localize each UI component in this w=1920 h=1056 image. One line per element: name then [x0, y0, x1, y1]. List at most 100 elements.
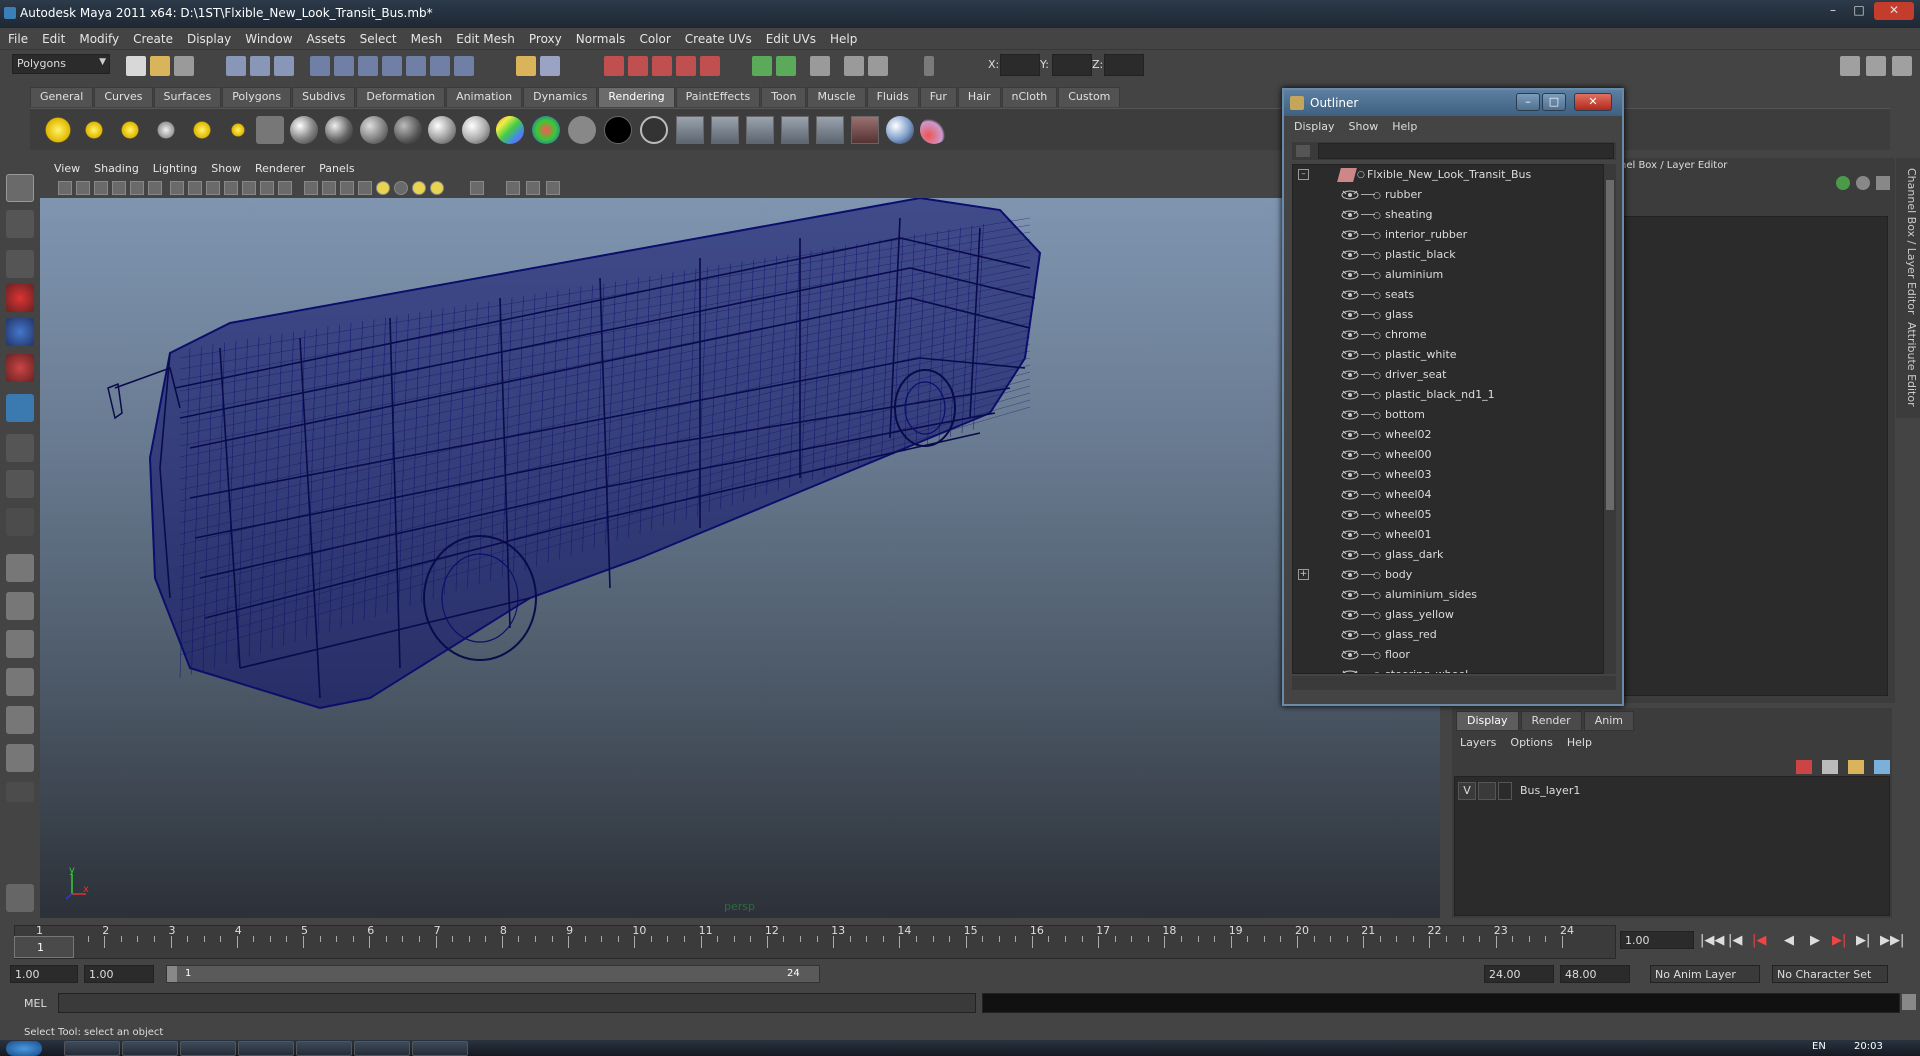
outliner-menu-show[interactable]: Show [1349, 120, 1379, 133]
viewport-menu-panels[interactable]: Panels [319, 162, 354, 175]
layer-menu-layers[interactable]: Layers [1460, 736, 1496, 749]
new-scene-icon[interactable] [126, 56, 146, 76]
outliner-close-icon[interactable]: ✕ [1574, 93, 1612, 111]
phong-shader-icon[interactable] [290, 116, 318, 144]
phong-e-shader-icon[interactable] [428, 116, 456, 144]
show-attribute-editor-icon[interactable] [868, 56, 888, 76]
outliner-item[interactable]: ○ wheel05 [1293, 505, 1593, 525]
side-tab-attribute-editor[interactable]: Attribute Editor [1898, 322, 1918, 407]
outliner-horizontal-scrollbar[interactable] [1292, 676, 1616, 690]
outliner-item[interactable]: ○ plastic_black [1293, 245, 1593, 265]
selected-lights-icon[interactable] [412, 181, 426, 195]
shelf-tab-deformation[interactable]: Deformation [356, 87, 446, 107]
collapse-icon[interactable]: – [1298, 169, 1309, 180]
perspective-viewport[interactable] [40, 198, 1440, 918]
show-tool-settings-icon[interactable] [844, 56, 864, 76]
outliner-item[interactable]: ○ chrome [1293, 325, 1593, 345]
viewport-menu-shading[interactable]: Shading [94, 162, 139, 175]
render-view-icon[interactable] [700, 56, 720, 76]
command-language-toggle[interactable]: MEL [24, 997, 47, 1010]
use-background-shader-icon[interactable] [568, 116, 596, 144]
shelf-tab-fur[interactable]: Fur [919, 87, 957, 107]
layer-tab-render[interactable]: Render [1520, 711, 1582, 731]
menu-file[interactable]: File [8, 32, 28, 46]
lambert-shader-icon[interactable] [360, 116, 388, 144]
directional-light-icon[interactable] [80, 116, 108, 144]
command-input[interactable] [58, 993, 976, 1013]
safe-action-icon[interactable] [224, 181, 238, 195]
outliner-item[interactable]: ○ wheel00 [1293, 445, 1593, 465]
soft-mod-tool-icon[interactable] [6, 434, 34, 462]
range-start-handle[interactable] [167, 966, 177, 982]
layer-tab-anim[interactable]: Anim [1583, 711, 1634, 731]
ipr-render-current-frame-icon[interactable] [711, 116, 739, 144]
outliner-item[interactable]: ○ rubber [1293, 185, 1593, 205]
coord-z-field[interactable] [1104, 54, 1144, 76]
paint-canvas-icon[interactable] [920, 116, 948, 144]
construction-history-icon[interactable] [454, 56, 474, 76]
menu-edit-uvs[interactable]: Edit UVs [766, 32, 816, 46]
outliner-item[interactable]: ○ aluminium [1293, 265, 1593, 285]
bookmarks-icon[interactable] [94, 181, 108, 195]
batch-render-icon[interactable] [746, 116, 774, 144]
all-lights-icon[interactable] [394, 181, 408, 195]
viewport-menu-view[interactable]: View [54, 162, 80, 175]
select-hierarchy-icon[interactable] [226, 56, 246, 76]
persp-graph-layout-icon[interactable] [6, 668, 34, 696]
xray-icon[interactable] [358, 181, 372, 195]
outliner-titlebar[interactable]: Outliner – □ ✕ [1284, 90, 1622, 116]
play-forwards-icon[interactable]: ▶ [1810, 933, 1820, 948]
outliner-item[interactable]: ○ wheel02 [1293, 425, 1593, 445]
surface-shader-icon[interactable] [462, 116, 490, 144]
taskbar-photoshop-icon[interactable] [238, 1041, 294, 1056]
input-line-icon[interactable] [752, 56, 772, 76]
outliner-item[interactable]: ○ glass_dark [1293, 545, 1593, 565]
menu-set-selector[interactable]: Polygons ▼ [12, 54, 110, 74]
menu-display[interactable]: Display [187, 32, 231, 46]
show-manipulator-icon[interactable] [6, 470, 34, 498]
outliner-item[interactable]: ○ plastic_white [1293, 345, 1593, 365]
step-back-key-icon[interactable]: |◀ [1728, 933, 1742, 948]
shelf-tab-toon[interactable]: Toon [761, 87, 807, 107]
transform-icon[interactable] [776, 56, 796, 76]
render-current-frame-icon[interactable] [676, 116, 704, 144]
channel-box-options-icon[interactable] [1876, 176, 1890, 190]
blinn-shader-icon[interactable] [325, 116, 353, 144]
point-light-icon[interactable] [116, 116, 144, 144]
outliner-menu-help[interactable]: Help [1392, 120, 1417, 133]
render-view-shelf-icon[interactable] [851, 116, 879, 144]
layer-visibility-toggle[interactable]: V [1458, 782, 1476, 800]
layered-shader-icon[interactable] [604, 116, 632, 144]
layer-name[interactable]: Bus_layer1 [1520, 784, 1580, 797]
shelf-tab-hair[interactable]: Hair [957, 87, 1001, 107]
anisotropic-shader-icon[interactable] [394, 116, 422, 144]
ipr-render-icon[interactable] [628, 56, 648, 76]
viewport-menu-renderer[interactable]: Renderer [255, 162, 305, 175]
menu-edit-mesh[interactable]: Edit Mesh [456, 32, 515, 46]
text-icon[interactable] [278, 181, 292, 195]
persp-outliner-layout-icon[interactable] [6, 630, 34, 658]
create-layer-from-selected-icon[interactable] [1874, 760, 1890, 774]
outliner-item[interactable]: ○ wheel04 [1293, 485, 1593, 505]
minimize-icon[interactable]: – [1822, 2, 1844, 20]
move-layer-up-icon[interactable] [1796, 760, 1812, 774]
go-to-start-icon[interactable]: |◀◀ [1700, 933, 1724, 948]
wireframe-on-shaded-icon[interactable] [340, 181, 354, 195]
coord-x-field[interactable] [1000, 54, 1040, 76]
viewport-menu-lighting[interactable]: Lighting [153, 162, 197, 175]
outliner-item[interactable]: ○ interior_rubber [1293, 225, 1593, 245]
select-object-icon[interactable] [250, 56, 270, 76]
menu-proxy[interactable]: Proxy [529, 32, 562, 46]
xray-active-icon[interactable] [526, 181, 540, 195]
open-scene-icon[interactable] [150, 56, 170, 76]
outliner-root-row[interactable]: – ○ Flxible_New_Look_Transit_Bus [1293, 165, 1593, 185]
coord-y-field[interactable] [1052, 54, 1092, 76]
grid-icon[interactable] [130, 181, 144, 195]
volume-light-icon[interactable] [224, 116, 252, 144]
outliner-item[interactable]: + ○ body [1293, 565, 1593, 585]
language-indicator[interactable]: EN [1812, 1041, 1826, 1052]
outliner-item[interactable]: ○ glass_yellow [1293, 605, 1593, 625]
shelf-tab-animation[interactable]: Animation [446, 87, 523, 107]
show-channel-box-icon[interactable] [810, 56, 830, 76]
create-layer-icon[interactable] [1848, 760, 1864, 774]
